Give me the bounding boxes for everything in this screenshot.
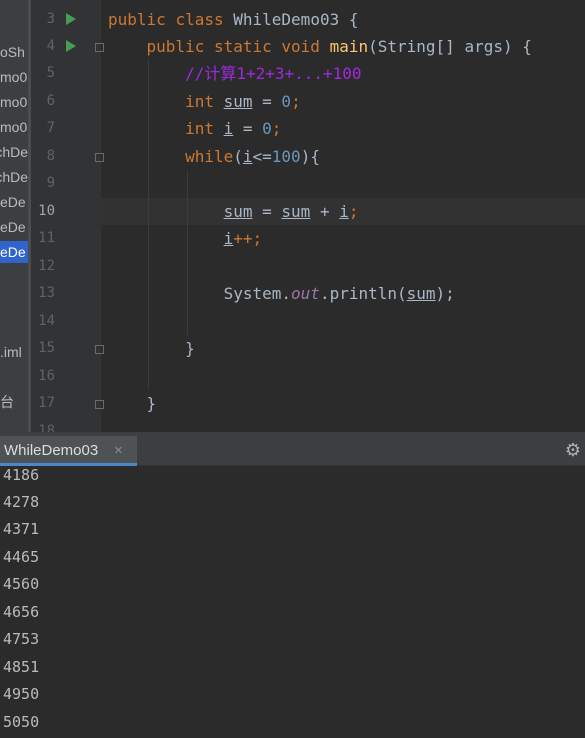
project-item-selected[interactable]: eDe (0, 241, 28, 263)
line-number: 16 (38, 368, 55, 384)
code-line-4: public static void main(String[] args) { (146, 37, 532, 56)
console-line: 4465 (3, 548, 40, 566)
run-main-icon[interactable] (66, 40, 76, 52)
run-class-icon[interactable] (66, 13, 76, 25)
project-item[interactable]: mo0 (0, 66, 28, 88)
console-line: 4186 (3, 466, 40, 484)
gear-icon[interactable]: ⚙ (565, 442, 581, 460)
line-number: 8 (46, 148, 55, 164)
line-number: 6 (46, 93, 55, 109)
console-line: 4851 (3, 658, 40, 676)
run-console-output: 4186 4278 4371 4465 4560 4656 4753 4851 … (0, 466, 585, 738)
project-item[interactable]: mo0 (0, 116, 28, 138)
line-number: 9 (46, 175, 55, 191)
console-line: 5050 (3, 713, 40, 731)
editor-gutter: 3 4 5 6 7 8 9 10 11 12 13 14 15 16 17 18 (31, 0, 104, 439)
line-number: 11 (38, 230, 55, 246)
console-line: 4753 (3, 630, 40, 648)
indent-guide (187, 170, 188, 335)
console-line: 4371 (3, 520, 40, 538)
project-item[interactable]: .iml (0, 341, 28, 363)
code-line-17: } (146, 394, 157, 413)
console-line: 4950 (3, 685, 40, 703)
code-line-11: i++; (223, 229, 263, 248)
code-line-5: //计算1+2+3+...+100 (185, 64, 362, 83)
project-item[interactable]: chDe (0, 166, 28, 188)
close-icon[interactable]: × (114, 436, 123, 466)
line-number: 3 (46, 11, 55, 27)
code-line-15: } (185, 339, 195, 358)
project-item[interactable]: chDe (0, 141, 28, 163)
project-item[interactable]: eDe (0, 191, 28, 213)
console-line: 4278 (3, 493, 40, 511)
project-item[interactable]: 台 (0, 391, 28, 413)
project-panel: oSh mo0 mo0 mo0 chDe chDe eDe eDe eDe .i… (0, 0, 28, 432)
code-line-13: System.out.println(sum); (223, 284, 455, 303)
run-toolbar: WhileDemo03 × ⚙ (0, 436, 585, 466)
line-number: 4 (46, 38, 55, 54)
code-line-8: while(i<=100){ (185, 147, 320, 166)
line-number: 7 (46, 120, 55, 136)
code-line-7: int i = 0; (185, 119, 282, 138)
code-line-6: int sum = 0; (185, 92, 301, 111)
code-line-3: public class WhileDemo03 { (108, 10, 359, 29)
project-item[interactable]: mo0 (0, 91, 28, 113)
code-editor[interactable]: public class WhileDemo03 { public static… (101, 0, 585, 432)
console-line: 4656 (3, 603, 40, 621)
line-number: 15 (38, 340, 55, 356)
line-number: 5 (46, 65, 55, 81)
line-number: 12 (38, 258, 55, 274)
project-item[interactable]: eDe (0, 216, 28, 238)
line-number-current: 10 (38, 203, 55, 219)
console-line: 4560 (3, 575, 40, 593)
line-number: 14 (38, 313, 55, 329)
line-number: 17 (38, 395, 55, 411)
project-item[interactable]: oSh (0, 41, 28, 63)
code-line-10: sum = sum + i; (223, 202, 359, 221)
line-number: 13 (38, 285, 55, 301)
